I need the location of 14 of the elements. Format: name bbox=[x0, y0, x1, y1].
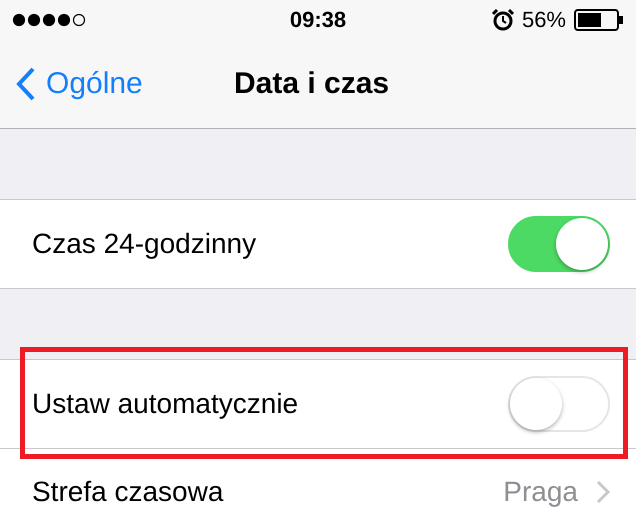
chevron-right-icon bbox=[596, 480, 610, 504]
setting-label: Czas 24-godzinny bbox=[32, 228, 256, 260]
setting-value: Praga bbox=[503, 476, 578, 508]
back-button[interactable]: Ogólne bbox=[0, 67, 143, 101]
chevron-left-icon bbox=[16, 67, 36, 101]
battery-icon bbox=[574, 9, 624, 31]
clock-time: 09:38 bbox=[290, 7, 346, 33]
battery-percent: 56% bbox=[522, 7, 566, 33]
page-title: Data i czas bbox=[234, 67, 390, 101]
toggle-switch[interactable] bbox=[508, 216, 610, 272]
signal-icon bbox=[12, 13, 86, 27]
setting-label: Strefa czasowa bbox=[32, 476, 224, 508]
setting-label: Ustaw automatycznie bbox=[32, 388, 298, 420]
alarm-icon bbox=[492, 9, 514, 31]
